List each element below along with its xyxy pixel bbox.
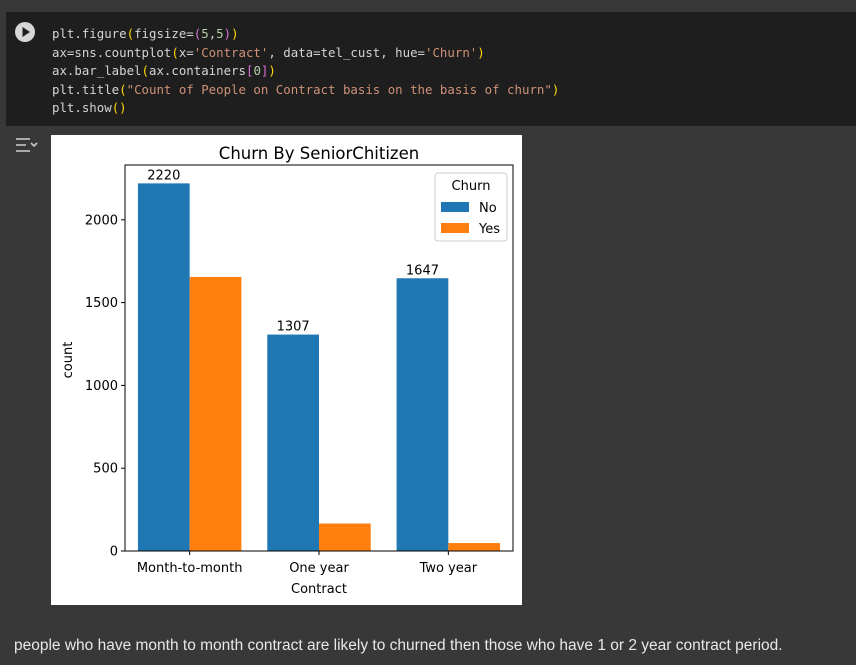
bar-no-2: [396, 278, 449, 551]
legend-swatch-no: [441, 202, 469, 212]
code-line: plt.title("Count of People on Contract b…: [52, 82, 559, 97]
markdown-text: people who have month to month contract …: [14, 637, 783, 654]
code-editor[interactable]: plt.figure(figsize=(5,5)) ax=sns.countpl…: [52, 25, 559, 118]
legend-label: Yes: [478, 222, 500, 237]
code-token: ): [231, 26, 239, 41]
code-token: , data=tel_cust, hue=: [268, 44, 426, 60]
code-cell[interactable]: plt.figure(figsize=(5,5)) ax=sns.countpl…: [6, 12, 856, 126]
y-tick-label: 2000: [85, 213, 118, 228]
bar-chart: Churn By SeniorChitizen count Contract 2…: [61, 144, 514, 597]
code-token: (: [141, 63, 149, 79]
x-tick-label: Two year: [419, 561, 478, 576]
chart-title: Churn By SeniorChitizen: [219, 144, 419, 163]
x-tick-label: Month-to-month: [137, 561, 243, 576]
chart-figure: Churn By SeniorChitizen count Contract 2…: [51, 135, 522, 605]
code-line: plt.show(): [52, 100, 127, 115]
play-icon: [22, 27, 30, 37]
legend-title: Churn: [452, 179, 491, 194]
bar-yes-1: [319, 523, 371, 551]
code-token: "Count of People on Contract basis on th…: [126, 81, 552, 97]
code-token: ax=sns.countplot: [52, 44, 172, 60]
code-token: 'Churn': [425, 44, 478, 60]
code-token: ): [119, 100, 127, 116]
bar-yes-2: [448, 543, 501, 551]
code-token: ax.containers: [149, 63, 246, 79]
code-token: (: [171, 44, 179, 60]
code-token: plt.show: [52, 100, 112, 116]
code-token: (: [119, 81, 127, 97]
y-tick-label: 0: [110, 545, 118, 560]
y-axis-label: count: [61, 342, 76, 379]
output-toggle-icon: [16, 138, 38, 152]
x-axis-label: Contract: [291, 582, 347, 597]
code-token: ): [551, 81, 560, 97]
output-toggle-button[interactable]: [14, 135, 40, 155]
code-token: 'Contract': [193, 44, 269, 60]
code-token: 5: [201, 26, 209, 41]
bar-no-1: [267, 334, 319, 551]
code-token: ax.bar_label: [52, 63, 142, 79]
code-token: ): [477, 44, 485, 60]
code-token: 0: [253, 63, 261, 79]
y-tick-label: 1000: [85, 379, 118, 394]
code-token: (: [126, 26, 135, 41]
run-cell-button[interactable]: [15, 22, 35, 42]
code-line: ax=sns.countplot(x='Contract', data=tel_…: [52, 45, 485, 60]
bar-yes-0: [189, 276, 242, 551]
legend-label: No: [479, 201, 497, 216]
x-tick-label: One year: [289, 561, 349, 576]
y-tick-label: 500: [93, 462, 118, 477]
code-token: 5: [216, 26, 224, 41]
legend-swatch-yes: [441, 223, 469, 233]
code-token: plt.title: [52, 81, 120, 97]
code-token: plt.figure: [52, 26, 127, 41]
code-token: x=: [178, 44, 194, 60]
y-tick-label: 1500: [85, 296, 118, 311]
code-line: ax.bar_label(ax.containers[0]): [52, 63, 276, 78]
bar-label: 1307: [277, 320, 310, 335]
code-token: ): [223, 26, 232, 41]
code-line: plt.figure(figsize=(5,5)): [52, 26, 239, 41]
bar-label: 2220: [147, 168, 180, 183]
bar-label: 1647: [406, 263, 439, 278]
code-token: figsize=: [134, 26, 194, 41]
code-token: ): [268, 63, 276, 79]
bar-no-0: [137, 183, 190, 551]
